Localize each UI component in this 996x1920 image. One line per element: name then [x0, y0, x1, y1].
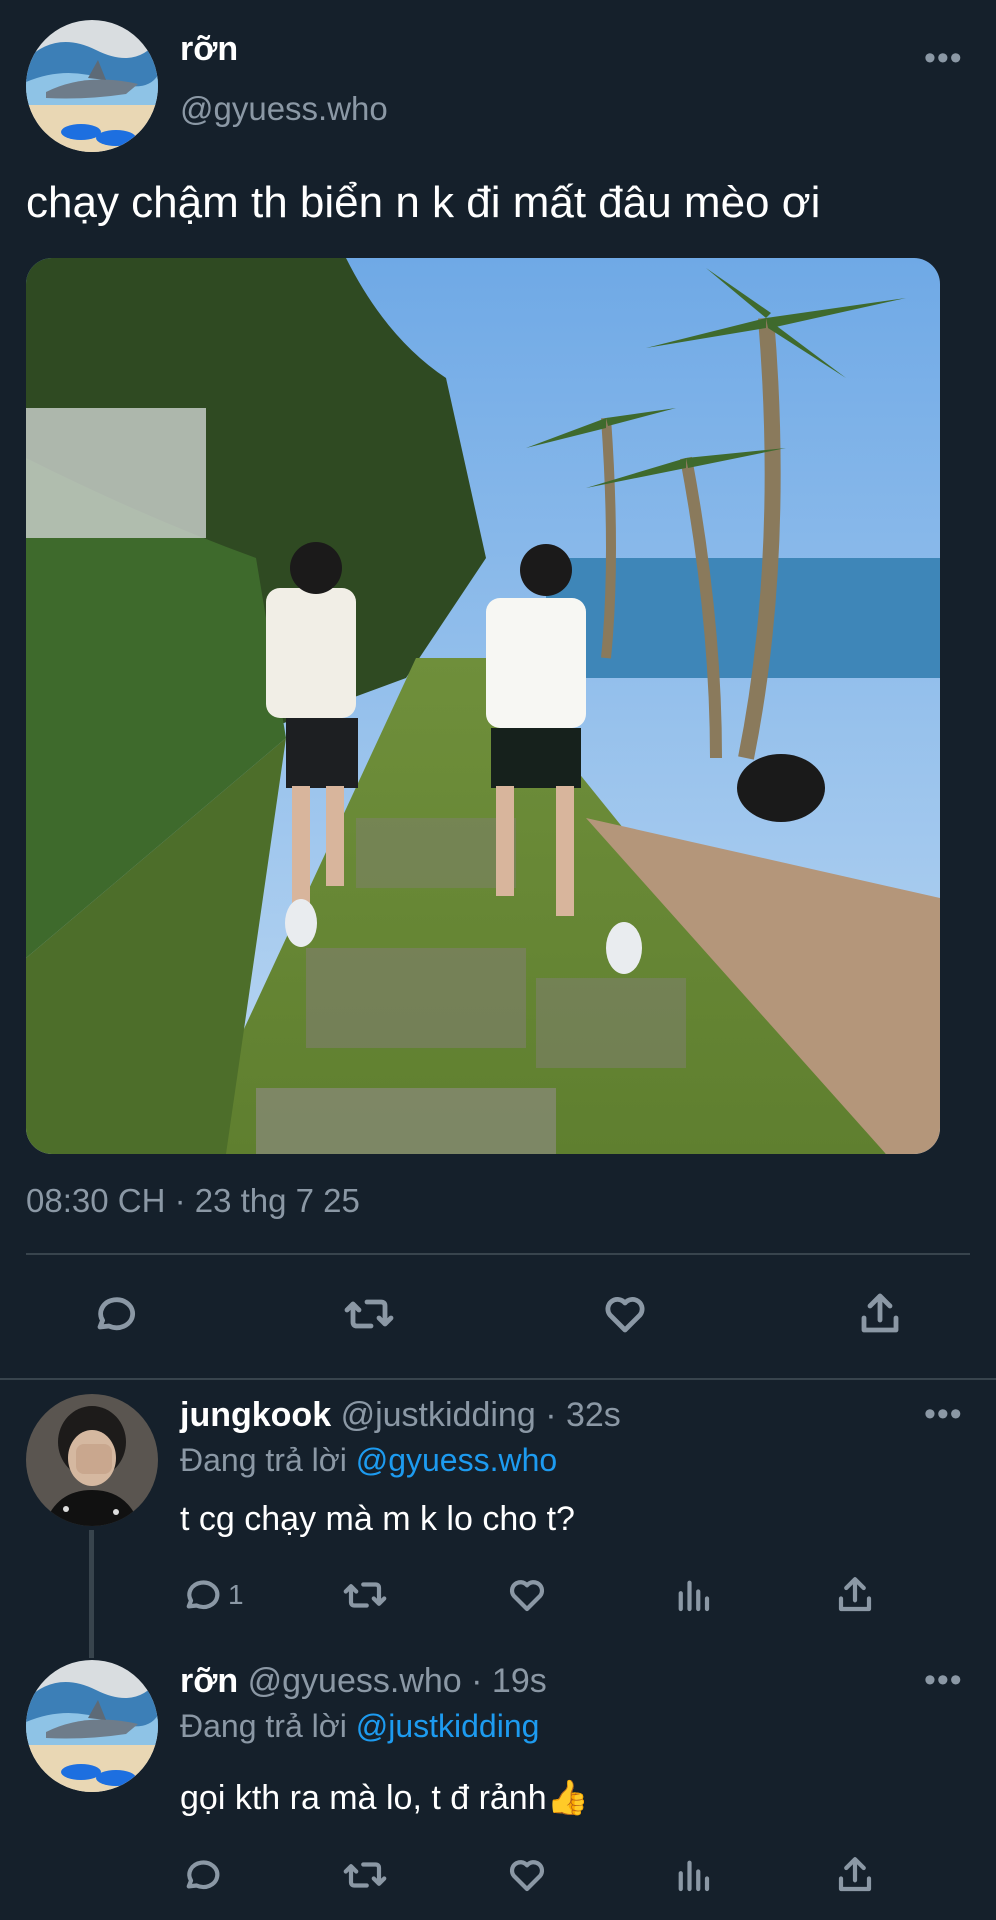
main-tweet-avatar[interactable] — [26, 20, 158, 152]
reply-handle[interactable]: @gyuess.who — [248, 1662, 462, 1700]
reply-like-button[interactable] — [506, 1854, 548, 1896]
reply-text: t cg chạy mà m k lo cho t? — [180, 1500, 575, 1538]
share-icon — [861, 1293, 899, 1333]
like-icon — [509, 1580, 545, 1612]
analytics-icon — [678, 1860, 710, 1892]
replying-to-handle[interactable]: @gyuess.who — [356, 1442, 557, 1478]
analytics-icon — [678, 1580, 710, 1612]
reply-icon — [186, 1860, 220, 1890]
main-tweet-handle[interactable]: @gyuess.who — [180, 90, 388, 128]
main-tweet-display-name[interactable]: rỡn — [180, 30, 238, 69]
reply-share-button[interactable] — [834, 1854, 876, 1896]
main-like-button[interactable] — [600, 1290, 650, 1338]
replying-label: Đang trả lời — [180, 1708, 347, 1744]
retweet-icon — [344, 1299, 394, 1329]
more-options-icon[interactable]: ••• — [924, 41, 963, 75]
main-tweet-text: chạy chậm th biển n k đi mất đâu mèo ơi — [26, 178, 821, 227]
reply-handle[interactable]: @justkidding — [341, 1396, 536, 1434]
replying-to: Đang trả lời @gyuess.who — [180, 1442, 557, 1479]
reply-text: gọi kth ra mà lo, t đ rảnh👍 — [180, 1779, 589, 1817]
reply-analytics-button[interactable] — [672, 1854, 714, 1896]
replying-label: Đang trả lời — [180, 1442, 347, 1478]
reply-header: rỡn @gyuess.who · 19s — [180, 1662, 547, 1701]
tweet-timestamp[interactable]: 08:30 CH · 23 thg 7 25 — [26, 1182, 360, 1220]
reply-analytics-button[interactable] — [672, 1574, 714, 1616]
replying-to: Đang trả lời @justkidding — [180, 1708, 539, 1745]
reply-count: 1 — [228, 1579, 244, 1610]
main-share-button[interactable] — [856, 1290, 904, 1338]
retweet-icon — [343, 1862, 387, 1888]
actions-divider — [0, 1378, 996, 1380]
more-options-icon[interactable]: ••• — [924, 1663, 963, 1697]
share-icon — [838, 1577, 872, 1612]
reply-separator: · — [471, 1662, 483, 1700]
reply-header: jungkook @justkidding · 32s — [180, 1396, 621, 1435]
like-icon — [509, 1860, 545, 1892]
reply-reply-button[interactable]: 1 — [180, 1574, 244, 1616]
replying-to-handle[interactable]: @justkidding — [356, 1708, 540, 1744]
reply-share-button[interactable] — [834, 1574, 876, 1616]
reply-icon — [97, 1297, 136, 1331]
reply-avatar[interactable] — [26, 1660, 158, 1792]
reply-like-button[interactable] — [506, 1574, 548, 1616]
thread-line — [89, 1530, 94, 1658]
timestamp-divider — [26, 1253, 970, 1255]
reply-icon — [186, 1580, 220, 1610]
main-reply-button[interactable] — [90, 1290, 138, 1338]
reply-retweet-button[interactable] — [342, 1574, 388, 1616]
share-icon — [838, 1857, 872, 1892]
tweet-photo[interactable] — [26, 258, 940, 1154]
reply-time[interactable]: 32s — [566, 1396, 621, 1434]
retweet-icon — [343, 1582, 387, 1608]
reply-avatar[interactable] — [26, 1394, 158, 1526]
reply-display-name[interactable]: jungkook — [180, 1396, 331, 1434]
like-icon — [605, 1297, 645, 1333]
reply-separator: · — [545, 1396, 557, 1434]
reply-retweet-button[interactable] — [342, 1854, 388, 1896]
main-retweet-button[interactable] — [342, 1290, 396, 1338]
more-options-icon[interactable]: ••• — [924, 1397, 963, 1431]
reply-display-name[interactable]: rỡn — [180, 1662, 238, 1700]
reply-reply-button[interactable] — [180, 1854, 222, 1896]
reply-time[interactable]: 19s — [492, 1662, 547, 1700]
